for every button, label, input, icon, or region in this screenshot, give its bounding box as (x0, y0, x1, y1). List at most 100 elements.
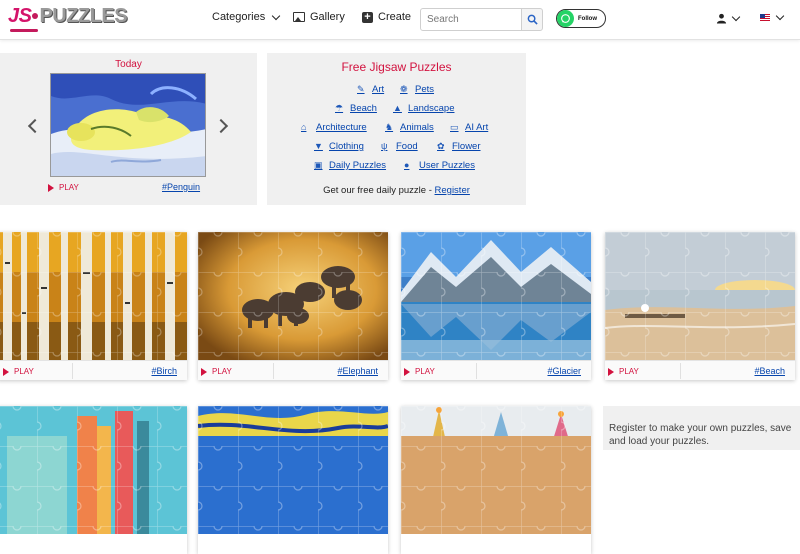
puzzle-card-footer: PLAY #Elephant (198, 360, 388, 380)
today-play-label: PLAY (59, 183, 79, 192)
category-landscape-link[interactable]: ▲ Landscape (393, 103, 454, 114)
puzzle-card[interactable] (401, 406, 591, 554)
category-landscape-label: Landscape (408, 103, 455, 114)
search-input[interactable] (420, 8, 522, 31)
category-ai-art-link[interactable]: ▭ AI Art (450, 122, 488, 133)
chevron-left-icon[interactable] (27, 118, 43, 134)
puzzle-card[interactable]: PLAY #Beach (605, 232, 795, 380)
puzzle-thumbnail-glacier[interactable] (401, 232, 591, 360)
category-art-link[interactable]: ✎ Art (357, 84, 384, 95)
nav-gallery-label: Gallery (310, 11, 345, 23)
play-button[interactable]: PLAY (404, 367, 435, 376)
daily-puzzle-cta: Get our free daily puzzle - Register (267, 185, 526, 196)
puzzle-thumbnail-beach[interactable] (605, 232, 795, 360)
puzzle-thumbnail-birch[interactable] (0, 232, 187, 360)
search-button[interactable] (521, 8, 543, 31)
category-daily-label: Daily Puzzles (329, 160, 387, 171)
category-beach-label: Beach (350, 103, 377, 114)
category-user-link[interactable]: ● User Puzzles (404, 160, 475, 171)
free-puzzles-panel: Free Jigsaw Puzzles ✎ Art ❁ Pets ☂ Beach ▲ L… (267, 53, 526, 205)
register-link[interactable]: Register (435, 185, 470, 196)
umbrella-beach-icon: ☂ (335, 103, 344, 113)
today-tag-link[interactable]: #Penguin (162, 182, 200, 192)
logo-swoosh (10, 29, 38, 32)
puzzle-card[interactable] (198, 406, 388, 554)
divider (273, 363, 274, 379)
nav-gallery[interactable]: Gallery (293, 11, 345, 23)
puzzle-card[interactable] (0, 406, 187, 554)
category-clothing-link[interactable]: ▼ Clothing (314, 141, 364, 152)
puzzle-tag-link[interactable]: #Birch (151, 366, 177, 376)
play-icon (48, 183, 54, 192)
category-daily-link[interactable]: ▣ Daily Puzzles (314, 160, 386, 171)
category-pets-label: Pets (415, 84, 435, 95)
category-beach-link[interactable]: ☂ Beach (335, 103, 377, 114)
category-food-link[interactable]: ψ Food (381, 141, 418, 152)
play-icon (3, 367, 9, 376)
category-animals-label: Animals (400, 122, 434, 133)
category-ai-art-label: AI Art (465, 122, 489, 133)
puzzle-tag-link[interactable]: #Glacier (547, 366, 581, 376)
puzzle-card[interactable]: PLAY #Glacier (401, 232, 591, 380)
category-flower-label: Flower (452, 141, 481, 152)
play-button[interactable]: PLAY (3, 367, 34, 376)
puzzle-thumbnail-party[interactable] (401, 406, 591, 534)
puzzle-card[interactable]: PLAY #Birch (0, 232, 187, 380)
tshirt-icon: ▼ (314, 141, 323, 151)
horse-icon: ♞ (385, 122, 394, 132)
whatsapp-follow-button[interactable]: Follow (556, 9, 606, 28)
nav-create-label: Create (378, 11, 412, 23)
puzzle-thumbnail-city[interactable] (0, 406, 187, 534)
chevron-right-icon[interactable] (213, 118, 229, 134)
flower-icon: ✿ (437, 141, 445, 151)
today-play-button[interactable]: PLAY (48, 183, 79, 192)
category-clothing-label: Clothing (329, 141, 364, 152)
whatsapp-follow-label: Follow (578, 15, 597, 22)
play-button[interactable]: PLAY (201, 367, 232, 376)
logo-js-text: JS (8, 5, 32, 27)
category-user-label: User Puzzles (419, 160, 475, 171)
logo-puzzles-text: PUZZLES (39, 5, 128, 27)
mountain-icon: ▲ (393, 103, 402, 113)
play-button[interactable]: PLAY (608, 367, 639, 376)
today-puzzle-image[interactable] (50, 73, 206, 177)
image-icon (293, 12, 305, 22)
play-label: PLAY (415, 367, 435, 376)
category-architecture-link[interactable]: ⌂ Architecture (301, 122, 367, 133)
puzzle-card-footer: PLAY #Glacier (401, 360, 591, 380)
play-icon (201, 367, 207, 376)
category-flower-link[interactable]: ✿ Flower (437, 141, 481, 152)
puzzle-tag-link[interactable]: #Elephant (337, 366, 378, 376)
nav-categories[interactable]: Categories (212, 11, 281, 23)
play-icon (404, 367, 410, 376)
today-title: Today (115, 59, 142, 70)
laptop-icon: ▭ (450, 122, 459, 132)
site-header: JS PUZZLES Categories Gallery + Create Fo… (0, 0, 800, 40)
user-menu[interactable] (716, 12, 741, 24)
whatsapp-icon (557, 10, 574, 27)
puzzle-tag-link[interactable]: #Beach (754, 366, 785, 376)
play-label: PLAY (14, 367, 34, 376)
paintbrush-icon: ✎ (357, 84, 365, 94)
us-flag-icon (760, 14, 770, 21)
category-architecture-label: Architecture (316, 122, 367, 133)
user-icon (716, 13, 727, 24)
puzzle-thumbnail-elephant[interactable] (198, 232, 388, 360)
divider (476, 363, 477, 379)
cta-text: Get our free daily puzzle - (323, 185, 435, 196)
plus-square-icon: + (362, 11, 373, 23)
search-icon (527, 14, 538, 25)
category-animals-link[interactable]: ♞ Animals (385, 122, 434, 133)
puzzle-card-footer: PLAY #Beach (605, 360, 795, 380)
nav-categories-label: Categories (212, 11, 266, 23)
register-promo-text: Register to make your own puzzles, save … (609, 423, 792, 447)
nav-create[interactable]: + Create (362, 11, 411, 23)
puzzle-card-footer: PLAY #Birch (0, 360, 187, 380)
divider (680, 363, 681, 379)
language-menu[interactable] (760, 11, 785, 21)
puzzle-card[interactable]: PLAY #Elephant (198, 232, 388, 380)
puzzle-thumbnail-abstract[interactable] (198, 406, 388, 534)
category-pets-link[interactable]: ❁ Pets (400, 84, 434, 95)
utensils-icon: ψ (381, 141, 388, 151)
divider (72, 363, 73, 379)
